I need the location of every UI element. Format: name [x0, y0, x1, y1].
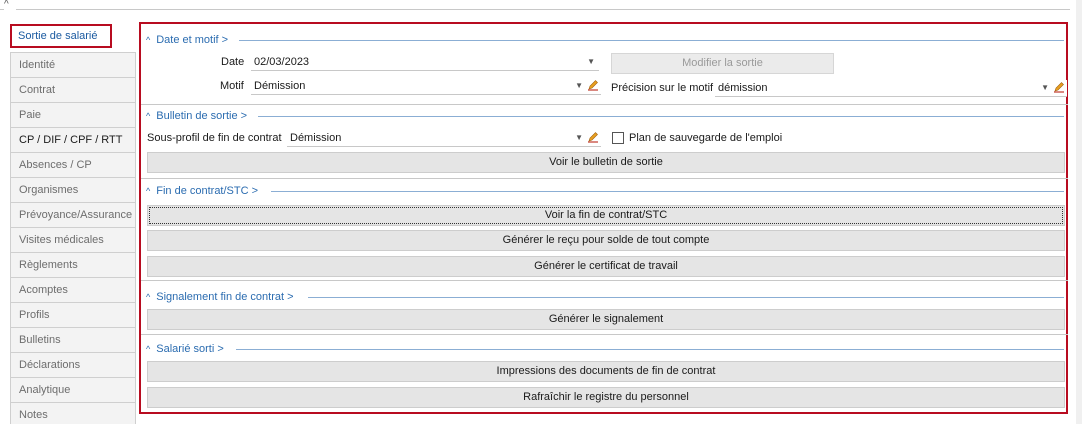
date-label: Date: [221, 56, 245, 68]
view-exit-payslip-button[interactable]: Voir le bulletin de sortie: [147, 152, 1065, 173]
precision-field[interactable]: démission ▼: [715, 80, 1067, 97]
edit-pencil-icon[interactable]: [587, 79, 599, 91]
section-rule: [258, 116, 1064, 117]
sidebar-item-contrat[interactable]: Contrat: [10, 78, 136, 103]
sidebar-item-label: Contrat: [19, 84, 56, 96]
motif-value: Démission: [254, 80, 306, 92]
section-title-text: Salarié sorti >: [156, 343, 224, 355]
section-title-date-motif[interactable]: ^ Date et motif >: [146, 33, 228, 47]
precision-label: Précision sur le motif: [611, 82, 714, 94]
exit-panel: ^ Date et motif > Date 02/03/2023 ▼ Modif…: [139, 22, 1068, 414]
caret-up-icon: ^: [146, 35, 151, 45]
sidebar-item-label: Analytique: [19, 384, 71, 396]
section-title-text: Fin de contrat/STC >: [156, 185, 259, 197]
sidebar-item-label: Identité: [19, 59, 56, 71]
sidebar-item-cp-dif-cpf-rtt[interactable]: CP / DIF / CPF / RTT: [10, 128, 136, 153]
sidebar-item-reglements[interactable]: Règlements: [10, 253, 136, 278]
sidebar-item-absences[interactable]: Absences / CP: [10, 153, 136, 178]
section-title-salarie-sorti[interactable]: ^ Salarié sorti >: [146, 342, 224, 356]
collapse-caret-icon[interactable]: ^: [4, 0, 16, 10]
caret-up-icon: ^: [146, 186, 151, 196]
sidebar-item-label: Absences / CP: [19, 159, 92, 171]
sidebar-item-bulletins[interactable]: Bulletins: [10, 328, 136, 353]
edit-pencil-icon[interactable]: [1053, 81, 1065, 93]
safeguard-plan-label: Plan de sauvegarde de l'emploi: [629, 132, 783, 144]
section-title-bulletin[interactable]: ^ Bulletin de sortie >: [146, 109, 247, 123]
sidebar-item-label: Acomptes: [19, 284, 68, 296]
section-divider: [141, 104, 1068, 105]
date-value: 02/03/2023: [254, 56, 310, 68]
section-rule: [236, 349, 1064, 350]
subprofile-field[interactable]: Démission ▼: [287, 130, 601, 147]
dropdown-arrow-icon[interactable]: ▼: [575, 130, 583, 146]
sidebar-item-paie[interactable]: Paie: [10, 103, 136, 128]
subprofile-label: Sous-profil de fin de contrat: [147, 132, 282, 144]
motif-field[interactable]: Démission ▼: [251, 78, 601, 95]
sidebar-item-visites[interactable]: Visites médicales: [10, 228, 136, 253]
sidebar-item-sortie[interactable]: Sortie de salarié: [10, 24, 112, 48]
caret-up-icon: ^: [146, 292, 151, 302]
sidebar-item-notes[interactable]: Notes: [10, 403, 136, 424]
sidebar-item-label: Sortie de salarié: [18, 30, 98, 42]
sidebar-item-label: Bulletins: [19, 334, 61, 346]
section-title-text: Date et motif >: [156, 34, 229, 46]
sidebar-item-label: Visites médicales: [19, 234, 104, 246]
safeguard-plan-checkbox[interactable]: [612, 132, 624, 144]
dropdown-arrow-icon[interactable]: ▼: [575, 78, 583, 94]
sidebar-item-label: Notes: [19, 409, 48, 421]
sidebar-item-label: Organismes: [19, 184, 79, 196]
print-end-contract-docs-button[interactable]: Impressions des documents de fin de cont…: [147, 361, 1065, 382]
sidebar-item-analytique[interactable]: Analytique: [10, 378, 136, 403]
precision-value: démission: [718, 82, 768, 94]
modify-exit-button[interactable]: Modifier la sortie: [611, 53, 834, 74]
view-end-contract-button[interactable]: Voir la fin de contrat/STC: [147, 205, 1065, 226]
caret-up-icon: ^: [146, 344, 151, 354]
section-rule: [239, 40, 1064, 41]
sidebar-item-prevoyance[interactable]: Prévoyance/Assurance: [10, 203, 136, 228]
section-divider: [141, 280, 1068, 281]
sidebar-item-label: Prévoyance/Assurance: [19, 209, 133, 221]
subprofile-value: Démission: [290, 132, 342, 144]
dropdown-arrow-icon[interactable]: ▼: [1041, 80, 1049, 96]
sidebar-item-label: Règlements: [19, 259, 78, 271]
section-title-text: Bulletin de sortie >: [156, 110, 248, 122]
section-rule: [271, 191, 1064, 192]
sidebar-item-declarations[interactable]: Déclarations: [10, 353, 136, 378]
sidebar-item-label: Paie: [19, 109, 42, 121]
right-scroll-edge[interactable]: [1076, 0, 1082, 424]
motif-label: Motif: [220, 80, 244, 92]
sidebar-item-label: Profils: [19, 309, 50, 321]
section-divider: [141, 334, 1068, 335]
generate-certificate-button[interactable]: Générer le certificat de travail: [147, 256, 1065, 277]
section-rule: [308, 297, 1064, 298]
sidebar-item-acomptes[interactable]: Acomptes: [10, 278, 136, 303]
top-divider: [0, 9, 1070, 10]
sidebar-item-identite[interactable]: Identité: [10, 53, 136, 78]
sidebar-item-profils[interactable]: Profils: [10, 303, 136, 328]
section-divider: [141, 178, 1068, 179]
section-title-text: Signalement fin de contrat >: [156, 291, 294, 303]
dropdown-arrow-icon[interactable]: ▼: [587, 54, 595, 70]
sidebar-item-label: CP / DIF / CPF / RTT: [19, 134, 123, 146]
sidebar-item-label: Déclarations: [19, 359, 81, 371]
refresh-staff-register-button[interactable]: Rafraîchir le registre du personnel: [147, 387, 1065, 408]
section-title-signalement[interactable]: ^ Signalement fin de contrat >: [146, 290, 294, 304]
section-title-fin-contrat[interactable]: ^ Fin de contrat/STC >: [146, 184, 258, 198]
date-field[interactable]: 02/03/2023 ▼: [251, 54, 599, 71]
sidebar-item-organismes[interactable]: Organismes: [10, 178, 136, 203]
sidebar: Sortie de salarié Identité Contrat Paie …: [10, 24, 136, 424]
generate-receipt-button[interactable]: Générer le reçu pour solde de tout compt…: [147, 230, 1065, 251]
generate-report-button[interactable]: Générer le signalement: [147, 309, 1065, 330]
edit-pencil-icon[interactable]: [587, 131, 599, 143]
caret-up-icon: ^: [146, 111, 151, 121]
